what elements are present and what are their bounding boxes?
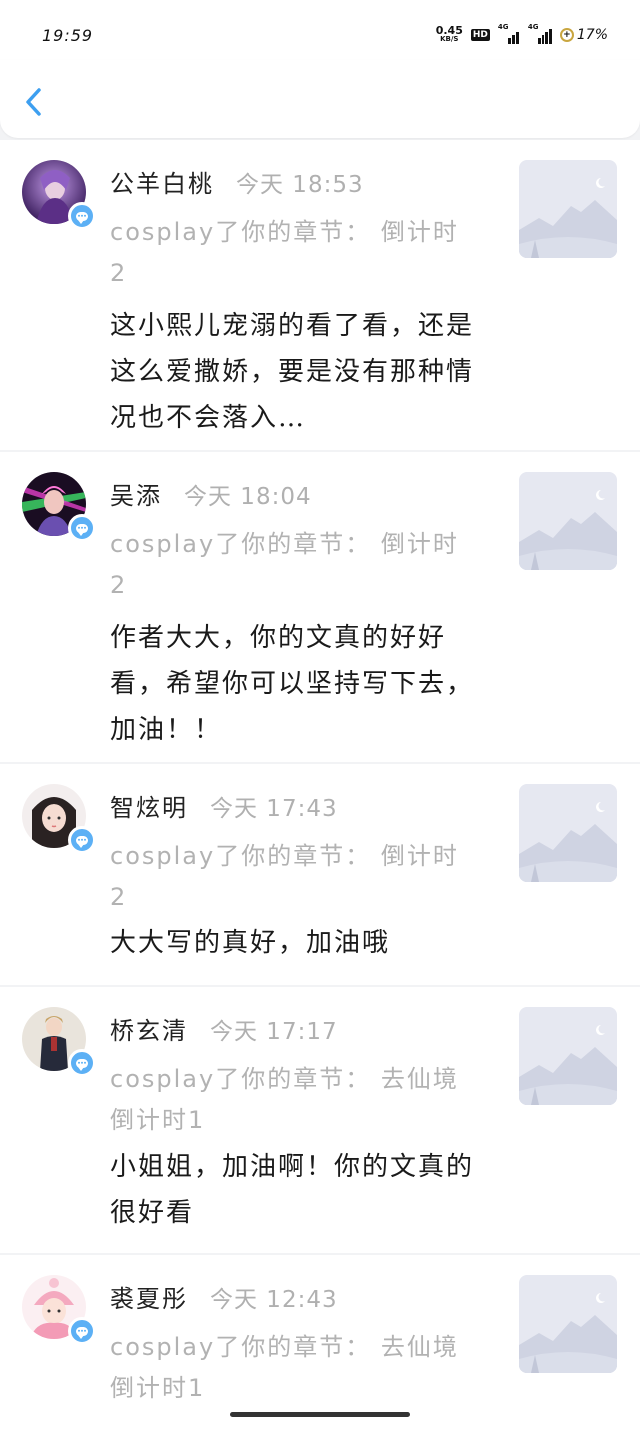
timestamp: 今天 17:17	[210, 1019, 338, 1045]
activity-summary[interactable]: cosplay了你的章节： 倒计时2	[110, 524, 470, 606]
image-placeholder-icon	[519, 784, 617, 882]
user-name[interactable]: 公羊白桃	[110, 170, 214, 198]
avatar[interactable]	[22, 1007, 96, 1079]
hd-voice-icon: HD	[470, 29, 490, 41]
list-item[interactable]: 吴添 今天 18:04 cosplay了你的章节： 倒计时2 作者大大，你的文真的…	[0, 452, 640, 762]
item-header: 公羊白桃 今天 18:53	[110, 164, 364, 199]
home-indicator[interactable]	[230, 1412, 410, 1417]
comment-text[interactable]: 这小熙儿宠溺的看了看，还是这么爱撒娇，要是没有那种情况也不会落入…	[110, 303, 480, 441]
comment-badge-icon	[68, 826, 96, 854]
battery-percent: 17%	[576, 27, 608, 43]
network-speed-value: 0.45	[435, 24, 463, 37]
sim1-network-tag: 4G	[497, 23, 509, 31]
battery-saver-icon: +	[559, 28, 574, 42]
network-speed-unit: KB/S	[440, 35, 459, 43]
user-name[interactable]: 智炫明	[110, 794, 188, 822]
user-name[interactable]: 桥玄清	[110, 1017, 188, 1045]
comment-text[interactable]: 大大写的真好，加油哦	[110, 920, 480, 966]
user-name[interactable]: 裘夏彤	[110, 1285, 188, 1313]
status-bar: 19:59 0.45 KB/S HD 4G 4G + 17%	[0, 0, 640, 60]
back-button[interactable]	[20, 82, 50, 122]
comment-badge-icon	[68, 1317, 96, 1345]
item-header: 裘夏彤 今天 12:43	[110, 1279, 338, 1314]
comment-text[interactable]: 小姐姐，加油啊！你的文真的很好看	[110, 1144, 480, 1236]
avatar[interactable]	[22, 160, 96, 232]
avatar[interactable]	[22, 784, 96, 856]
timestamp: 今天 18:04	[184, 484, 312, 510]
item-header: 桥玄清 今天 17:17	[110, 1011, 338, 1046]
activity-summary[interactable]: cosplay了你的章节： 倒计时2	[110, 836, 470, 918]
status-icons: 0.45 KB/S HD 4G 4G + 17%	[435, 23, 608, 46]
activity-summary[interactable]: cosplay了你的章节： 去仙境倒计时1	[110, 1059, 470, 1141]
battery-indicator: + 17%	[559, 27, 608, 43]
nav-bar	[0, 60, 640, 138]
user-name[interactable]: 吴添	[110, 482, 162, 510]
list-item[interactable]: 桥玄清 今天 17:17 cosplay了你的章节： 去仙境倒计时1 小姐姐，加油…	[0, 987, 640, 1253]
signal-icon-sim1: 4G	[497, 23, 520, 44]
image-placeholder-icon	[519, 160, 617, 258]
comment-text[interactable]: 作者大大，你的文真的好好看，希望你可以坚持写下去，加油！！	[110, 615, 480, 753]
chapter-thumbnail[interactable]	[519, 784, 617, 882]
image-placeholder-icon	[519, 1275, 617, 1373]
chevron-left-icon	[26, 88, 41, 116]
image-placeholder-icon	[519, 1007, 617, 1105]
comment-badge-icon	[68, 514, 96, 542]
network-speed: 0.45 KB/S	[435, 24, 463, 44]
list-item[interactable]: 智炫明 今天 17:43 cosplay了你的章节： 倒计时2 大大写的真好，加油…	[0, 764, 640, 985]
sim2-network-tag: 4G	[527, 23, 539, 31]
avatar[interactable]	[22, 472, 96, 544]
chapter-thumbnail[interactable]	[519, 160, 617, 258]
timestamp: 今天 17:43	[210, 796, 338, 822]
list-item[interactable]: 公羊白桃 今天 18:53 cosplay了你的章节： 倒计时2 这小熙儿宠溺的看…	[0, 140, 640, 450]
comment-badge-icon	[68, 1049, 96, 1077]
status-time: 19:59	[42, 26, 94, 45]
chapter-thumbnail[interactable]	[519, 1007, 617, 1105]
image-placeholder-icon	[519, 472, 617, 570]
item-header: 智炫明 今天 17:43	[110, 788, 338, 823]
chapter-thumbnail[interactable]	[519, 1275, 617, 1373]
chapter-thumbnail[interactable]	[519, 472, 617, 570]
item-header: 吴添 今天 18:04	[110, 476, 312, 511]
signal-icon-sim2: 4G	[527, 23, 552, 44]
avatar[interactable]	[22, 1275, 96, 1347]
activity-summary[interactable]: cosplay了你的章节： 倒计时2	[110, 212, 470, 294]
timestamp: 今天 18:53	[236, 172, 364, 198]
timestamp: 今天 12:43	[210, 1287, 338, 1313]
comment-badge-icon	[68, 202, 96, 230]
activity-summary[interactable]: cosplay了你的章节： 去仙境倒计时1	[110, 1327, 470, 1409]
list-item[interactable]: 裘夏彤 今天 12:43 cosplay了你的章节： 去仙境倒计时1	[0, 1255, 640, 1429]
